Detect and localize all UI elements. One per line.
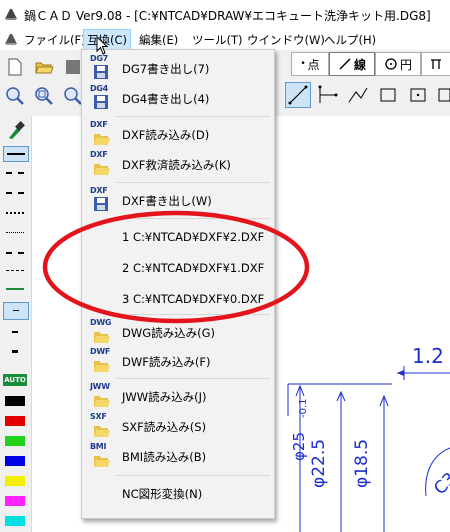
- tab-circle[interactable]: 円: [375, 52, 421, 76]
- circle-icon: [385, 58, 397, 70]
- menu-tools[interactable]: ツール(T): [192, 32, 243, 48]
- menu-item-dwf-import[interactable]: DWF DWF読み込み(F): [82, 347, 274, 373]
- color-blue[interactable]: [5, 456, 25, 466]
- dwf-open-icon: DWF: [90, 347, 114, 373]
- point-icon: •: [300, 59, 306, 69]
- jww-open-icon: JWW: [90, 382, 114, 408]
- line-width-thin[interactable]: [3, 302, 29, 320]
- dxf-rescue-open-icon: DXF: [90, 150, 114, 176]
- tab-line[interactable]: 線: [329, 52, 375, 76]
- menu-file[interactable]: ファイル(F): [24, 32, 86, 48]
- new-file-icon[interactable]: [4, 56, 26, 78]
- zoom-icon[interactable]: [4, 85, 26, 107]
- menu-item-bmi-import[interactable]: BMI BMI読み込み(B): [82, 442, 274, 468]
- menu-separator: [116, 116, 270, 117]
- tab-point-label: 点: [307, 57, 320, 72]
- bmi-open-icon: BMI: [90, 442, 114, 468]
- menu-item-label: DXF書き出し(W): [122, 194, 212, 208]
- menu-item-label: SXF読み込み(S): [122, 420, 207, 434]
- eyedropper-icon[interactable]: [3, 120, 27, 140]
- polyline-icon[interactable]: [347, 84, 369, 106]
- menu-edit[interactable]: 編集(E): [139, 32, 178, 48]
- tab-circle-label: 円: [399, 57, 412, 72]
- menu-item-label: DG7書き出し(7): [122, 62, 210, 76]
- draw-mode-tabs: • 点 線 円: [283, 52, 450, 76]
- line-style-solid-thick[interactable]: [3, 146, 29, 162]
- menu-item-jww-import[interactable]: JWW JWW読み込み(J): [82, 382, 274, 408]
- menu-item-label: JWW読み込み(J): [122, 390, 207, 404]
- menu-item-dxf-import[interactable]: DXF DXF読み込み(D): [82, 120, 274, 146]
- line-style-dotted[interactable]: [3, 208, 27, 218]
- zoom-out-icon[interactable]: [33, 85, 55, 107]
- window-title: 鍋ＣＡＤ Ver9.08 - [C:¥NTCAD¥DRAW¥エコキュート洗浄キッ…: [24, 9, 431, 23]
- line-width-thick[interactable]: [3, 346, 27, 358]
- dimension-icon: [431, 59, 441, 69]
- line-style-dash-dot-fine[interactable]: [3, 266, 27, 276]
- color-green[interactable]: [5, 436, 25, 446]
- menu-window[interactable]: ウインドウ(W): [247, 32, 325, 48]
- left-palette: AUTO: [0, 116, 32, 532]
- dimension-line-icon[interactable]: [317, 84, 339, 106]
- color-black[interactable]: [5, 396, 25, 406]
- menu-separator: [116, 182, 270, 183]
- title-bar: 鍋ＣＡＤ Ver9.08 - [C:¥NTCAD¥DRAW¥エコキュート洗浄キッ…: [0, 0, 450, 28]
- line-icon: [339, 58, 351, 70]
- menu-item-nc-convert[interactable]: NC図形変換(N): [82, 481, 274, 505]
- dimension-phi25: φ25: [290, 432, 308, 461]
- menu-item-dg4-export[interactable]: DG4 DG4書き出し(4): [82, 84, 274, 110]
- menu-item-label: DXF読み込み(D): [122, 128, 210, 142]
- auto-color-button[interactable]: AUTO: [3, 374, 27, 386]
- menu-help[interactable]: ヘルプ(H): [324, 32, 376, 48]
- menu-item-label: NC図形変換(N): [122, 487, 203, 501]
- line-tool-icon[interactable]: [285, 82, 311, 108]
- tab-line-label: 線: [353, 57, 366, 72]
- document-icon[interactable]: [3, 31, 19, 47]
- sxf-open-icon: SXF: [90, 412, 114, 438]
- menu-item-label: DWG読み込み(G): [122, 326, 216, 340]
- menu-item-dg7-export[interactable]: DG7 DG7書き出し(7): [82, 54, 274, 80]
- dimension-phi22-5: φ22.5: [309, 438, 329, 488]
- menu-item-sxf-import[interactable]: SXF SXF読み込み(S): [82, 412, 274, 438]
- dg4-save-icon: DG4: [90, 84, 114, 110]
- line-tools: [283, 82, 450, 108]
- menu-bar: ファイル(F) 互換(C) 編集(E) ツール(T) ウインドウ(W) ヘルプ(…: [0, 28, 450, 52]
- mouse-cursor-icon: [96, 36, 109, 55]
- color-yellow[interactable]: [5, 476, 25, 486]
- line-width-medium[interactable]: [3, 326, 27, 338]
- dg7-save-icon: DG7: [90, 54, 114, 80]
- line-style-dashed-fine[interactable]: [3, 188, 27, 198]
- center-rect-icon[interactable]: [407, 84, 429, 106]
- tab-point[interactable]: • 点: [291, 52, 329, 76]
- dxf-open-icon: DXF: [90, 120, 114, 146]
- menu-item-label: DWF読み込み(F): [122, 355, 211, 369]
- dimension-phi25-tolerance: -0.1: [298, 398, 309, 418]
- line-style-dotted-fine[interactable]: [3, 228, 27, 238]
- menu-item-label: BMI読み込み(B): [122, 450, 207, 464]
- line-style-dash-dot[interactable]: [3, 248, 27, 258]
- line-style-green[interactable]: [3, 284, 27, 294]
- menu-separator: [116, 378, 270, 379]
- color-red[interactable]: [5, 416, 25, 426]
- menu-item-label: DG4書き出し(4): [122, 92, 210, 106]
- color-cyan[interactable]: [5, 516, 25, 526]
- color-magenta[interactable]: [5, 496, 25, 506]
- menu-item-label: DXF救済読み込み(K): [122, 158, 231, 172]
- open-folder-icon[interactable]: [33, 56, 55, 78]
- tab-more[interactable]: [421, 52, 450, 76]
- dimension-phi18-5: φ18.5: [352, 438, 372, 488]
- line-style-dashed[interactable]: [3, 168, 27, 178]
- app-icon[interactable]: [3, 6, 19, 22]
- menu-item-dxf-rescue-import[interactable]: DXF DXF救済読み込み(K): [82, 150, 274, 176]
- menu-separator: [116, 475, 270, 476]
- rectangle-icon[interactable]: [377, 84, 399, 106]
- dimension-top: 1.2: [412, 344, 444, 368]
- annotation-ellipse: [42, 210, 310, 324]
- tool-more-icon[interactable]: [435, 84, 450, 106]
